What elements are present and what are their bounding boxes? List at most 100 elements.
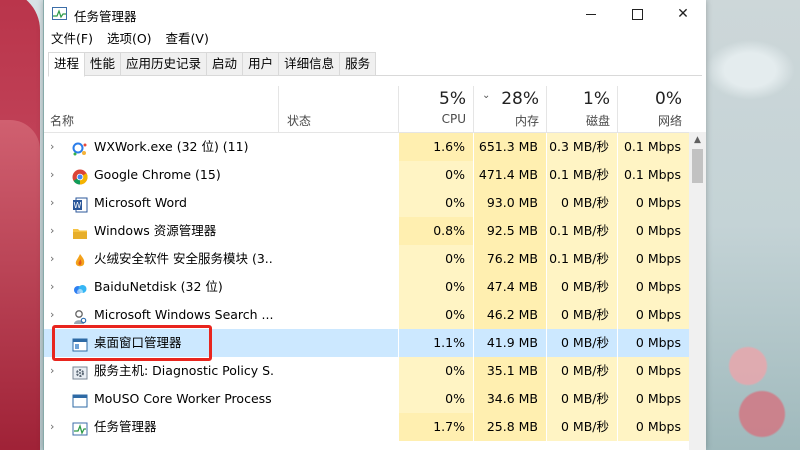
minimize-button[interactable] [568, 0, 614, 28]
table-row[interactable]: 桌面窗口管理器 1.1% 41.9 MB 0 MB/秒 0 Mbps [44, 329, 689, 357]
memory-value: 76.2 MB [473, 245, 546, 273]
disk-value: 0.3 MB/秒 [546, 133, 617, 161]
cpu-value: 0% [398, 301, 473, 329]
cpu-total-percent: 5% [439, 89, 466, 109]
menu-file[interactable]: 文件(F) [44, 29, 100, 49]
process-name: BaiduNetdisk (32 位) [94, 279, 223, 294]
vertical-scrollbar[interactable]: ▲ [689, 132, 706, 450]
cpu-value: 0% [398, 161, 473, 189]
column-disk-header[interactable]: 1% 磁盘 [546, 86, 618, 132]
wallpaper-red-shape-2 [0, 120, 40, 450]
search-user-icon [72, 307, 88, 324]
table-header: 名称 状态 5% CPU ⌄ 28% 内存 1% 磁盘 0% 网络 [44, 86, 689, 133]
column-name-header[interactable]: 名称 [44, 86, 278, 132]
process-name: 桌面窗口管理器 [94, 335, 182, 350]
process-rows: › WXWork.exe (32 位) (11) 1.6% 651.3 MB 0.3 M… [44, 133, 689, 441]
network-value: 0 Mbps [617, 329, 689, 357]
task-manager-icon [72, 419, 88, 436]
column-status-header[interactable]: 状态 [278, 86, 399, 132]
tab-performance[interactable]: 性能 [84, 52, 122, 75]
maximize-button[interactable] [614, 0, 660, 28]
disk-value: 0.1 MB/秒 [546, 161, 617, 189]
table-row[interactable]: › Windows 资源管理器 0.8% 92.5 MB 0.1 MB/秒 0 Mbps [44, 217, 689, 245]
huorong-icon [72, 251, 88, 267]
cpu-value: 1.7% [398, 413, 473, 441]
folder-icon [72, 223, 88, 239]
tab-users[interactable]: 用户 [242, 52, 280, 75]
menu-bar: 文件(F) 选项(O) 查看(V) [44, 29, 216, 49]
memory-total-percent: 28% [501, 89, 539, 109]
table-row[interactable]: › W Microsoft Word 0% 93.0 MB 0 MB/秒 0 Mbps [44, 189, 689, 217]
expand-chevron-icon[interactable]: › [50, 273, 62, 301]
disk-value: 0 MB/秒 [546, 301, 617, 329]
disk-total-percent: 1% [583, 89, 610, 109]
expand-chevron-icon[interactable]: › [50, 189, 62, 217]
menu-options[interactable]: 选项(O) [100, 29, 159, 49]
column-memory-label: 内存 [514, 114, 539, 128]
memory-value: 34.6 MB [473, 385, 546, 413]
memory-value: 92.5 MB [473, 217, 546, 245]
column-cpu-header[interactable]: 5% CPU [398, 86, 474, 132]
process-name: 任务管理器 [94, 419, 157, 434]
expand-chevron-icon[interactable]: › [50, 357, 62, 385]
tab-processes[interactable]: 进程 [48, 52, 86, 77]
tab-services[interactable]: 服务 [339, 52, 377, 75]
window-icon [72, 391, 88, 408]
memory-value: 25.8 MB [473, 413, 546, 441]
expand-chevron-icon[interactable]: › [50, 301, 62, 329]
cpu-value: 1.6% [398, 133, 473, 161]
table-row[interactable]: › BaiduNetdisk (32 位) 0% 47.4 MB 0 MB/秒 0 Mbp… [44, 273, 689, 301]
tab-details[interactable]: 详细信息 [278, 52, 341, 75]
expand-chevron-icon[interactable]: › [50, 245, 62, 273]
scroll-up-icon[interactable]: ▲ [689, 132, 706, 149]
expand-chevron-icon[interactable]: › [50, 161, 62, 189]
network-value: 0 Mbps [617, 413, 689, 441]
process-name: 火绒安全软件 安全服务模块 (3... [94, 251, 274, 266]
task-manager-app-icon [52, 7, 67, 20]
table-row[interactable]: › 任务管理器 1.7% 25.8 MB 0 MB/秒 0 Mbps [44, 413, 689, 441]
network-value: 0 Mbps [617, 245, 689, 273]
disk-value: 0.1 MB/秒 [546, 245, 617, 273]
svg-text:W: W [74, 201, 82, 210]
network-total-percent: 0% [655, 89, 682, 109]
network-value: 0 Mbps [617, 385, 689, 413]
table-row[interactable]: › 火绒安全软件 安全服务模块 (3... 0% 76.2 MB 0.1 MB/秒 0 M… [44, 245, 689, 273]
table-row[interactable]: › Microsoft Windows Search ... 0% 46.2 MB 0 … [44, 301, 689, 329]
memory-value: 651.3 MB [473, 133, 546, 161]
task-manager-window: 任务管理器 ✕ 文件(F) 选项(O) 查看(V) 进程 性能 应用历史记录 启… [43, 0, 706, 450]
table-row[interactable]: › 服务主机: Diagnostic Policy S... 0% 35.1 MB 0 … [44, 357, 689, 385]
tab-app-history[interactable]: 应用历史记录 [120, 52, 208, 75]
close-icon: ✕ [677, 6, 689, 22]
menu-view[interactable]: 查看(V) [159, 29, 216, 49]
column-network-header[interactable]: 0% 网络 [617, 86, 690, 132]
memory-value: 46.2 MB [473, 301, 546, 329]
memory-value: 35.1 MB [473, 357, 546, 385]
process-name: Microsoft Windows Search ... [94, 307, 274, 322]
table-row[interactable]: › Google Chrome (15) 0% 471.4 MB 0.1 MB/秒 0.1… [44, 161, 689, 189]
table-row[interactable]: MoUSO Core Worker Process 0% 34.6 MB 0 MB/秒… [44, 385, 689, 413]
cpu-value: 0% [398, 189, 473, 217]
expand-chevron-icon[interactable]: › [50, 133, 62, 161]
window-title: 任务管理器 [74, 9, 137, 24]
cpu-value: 0.8% [398, 217, 473, 245]
column-network-label: 网络 [657, 114, 682, 128]
disk-value: 0 MB/秒 [546, 329, 617, 357]
expand-chevron-icon[interactable]: › [50, 217, 62, 245]
scrollbar-thumb[interactable] [692, 149, 703, 183]
memory-value: 93.0 MB [473, 189, 546, 217]
disk-value: 0 MB/秒 [546, 357, 617, 385]
wxwork-icon [72, 139, 88, 156]
column-cpu-label: CPU [441, 112, 466, 126]
network-value: 0 Mbps [617, 217, 689, 245]
network-value: 0 Mbps [617, 357, 689, 385]
close-button[interactable]: ✕ [660, 0, 706, 28]
network-value: 0 Mbps [617, 189, 689, 217]
cpu-value: 1.1% [398, 329, 473, 357]
tab-startup[interactable]: 启动 [206, 52, 244, 75]
word-icon: W [72, 195, 88, 213]
table-row[interactable]: › WXWork.exe (32 位) (11) 1.6% 651.3 MB 0.3 M… [44, 133, 689, 161]
expand-chevron-icon[interactable]: › [50, 413, 62, 441]
column-memory-header[interactable]: ⌄ 28% 内存 [473, 86, 547, 132]
title-bar[interactable]: 任务管理器 ✕ [44, 0, 706, 28]
network-value: 0.1 Mbps [617, 161, 689, 189]
